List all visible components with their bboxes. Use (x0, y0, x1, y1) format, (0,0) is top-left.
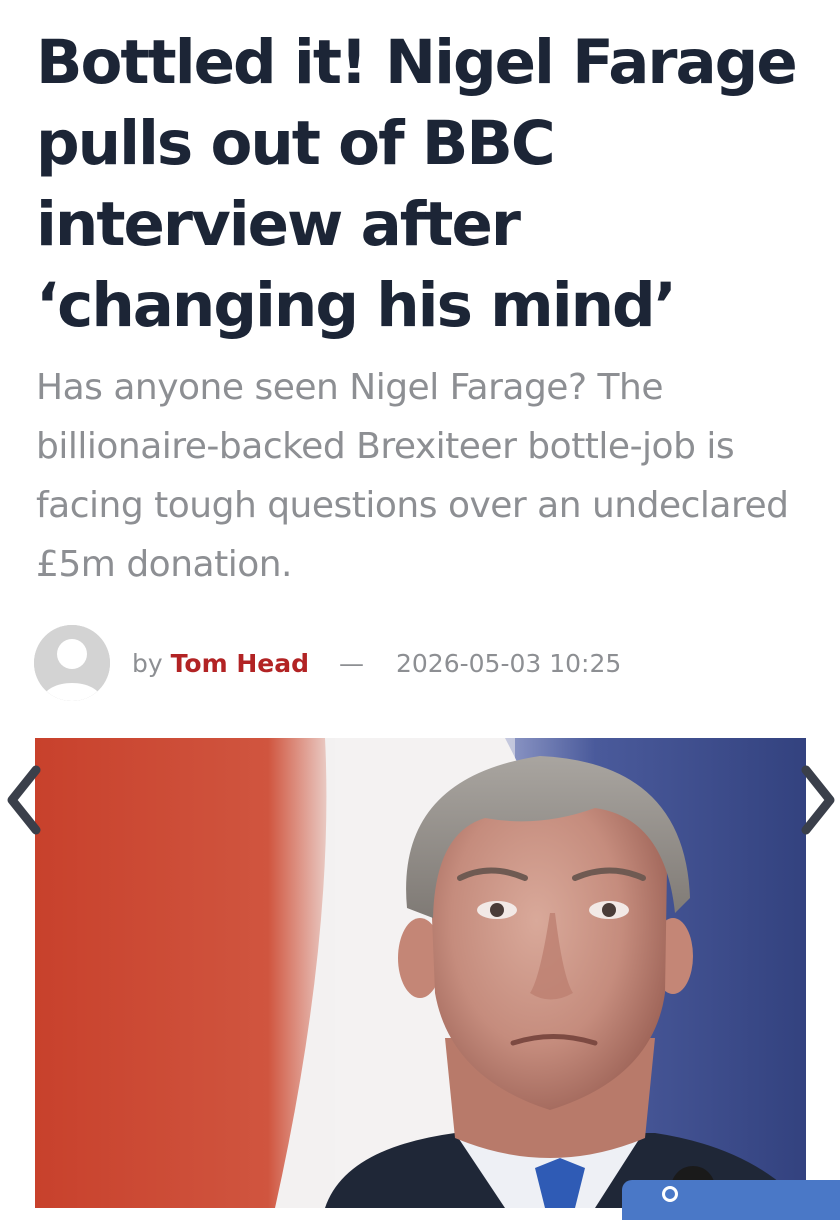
publish-date: 2026-05-03 10:25 (395, 648, 622, 678)
author-link[interactable]: Tom Head (171, 649, 309, 678)
byline-by-label: by (132, 648, 163, 678)
chevron-right-icon (801, 765, 835, 835)
article-headline: Bottled it! Nigel Farage pulls out of BB… (36, 27, 798, 341)
gallery-next-button[interactable] (792, 760, 840, 840)
byline: by Tom Head — 2026-05-03 10:25 (34, 625, 621, 701)
article-photo[interactable] (35, 738, 806, 1208)
gallery-prev-button[interactable] (0, 760, 50, 840)
chevron-left-icon (7, 765, 41, 835)
article-standfirst: Has anyone seen Nigel Farage? The billio… (36, 367, 789, 585)
portrait-photo (35, 738, 806, 1208)
byline-separator: — (338, 648, 364, 678)
floating-action-tab[interactable] (622, 1180, 840, 1220)
default-user-icon (34, 625, 110, 701)
author-avatar[interactable] (34, 625, 110, 701)
